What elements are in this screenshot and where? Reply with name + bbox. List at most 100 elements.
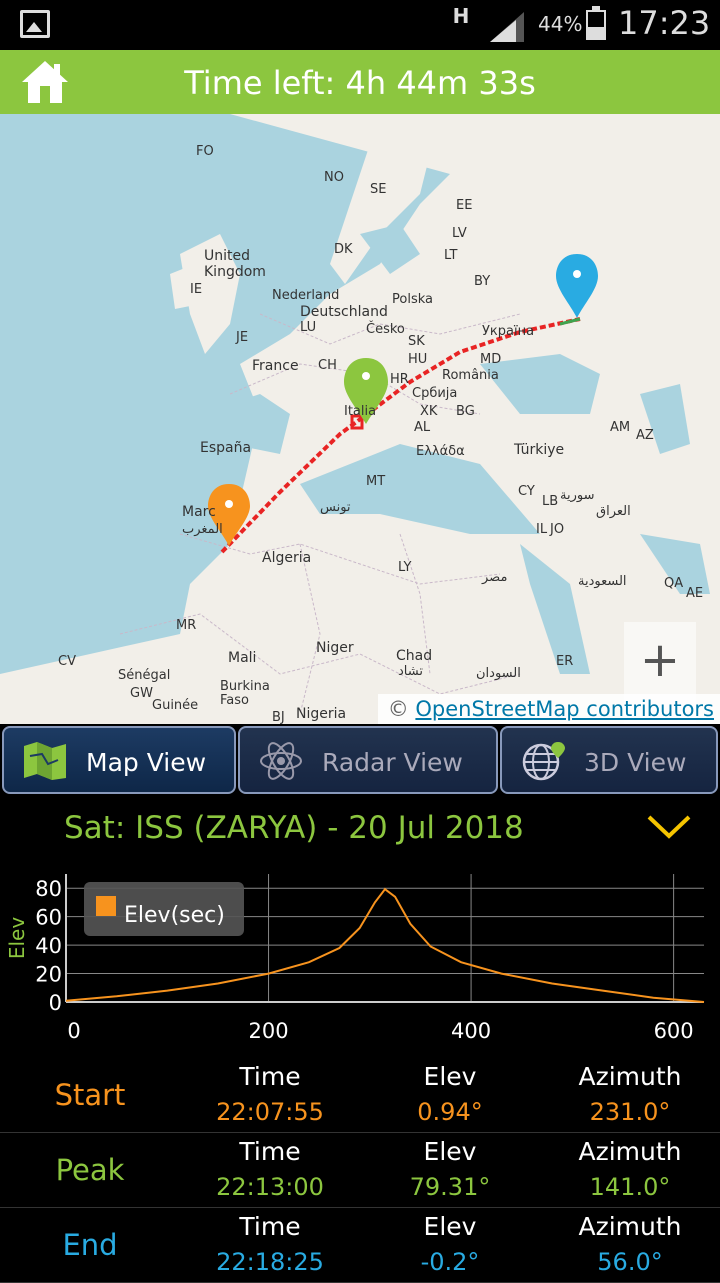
map-label: CH — [318, 358, 337, 373]
map-label: Україна — [482, 324, 535, 339]
network-type-icon: H — [452, 4, 470, 28]
map-label: JO — [550, 522, 565, 537]
map-label: تشاد — [398, 664, 423, 679]
azimuth-header: Azimuth — [578, 1212, 682, 1241]
map-label: IE — [190, 282, 203, 297]
map-label: LT — [444, 248, 458, 263]
map-label: IL — [536, 522, 548, 537]
map-label: Nederland — [272, 288, 340, 303]
map-label: DK — [334, 242, 353, 257]
map-label: مصر — [482, 570, 508, 585]
elev-value: -0.2° — [420, 1248, 480, 1276]
time-header: Time — [239, 1062, 301, 1091]
pass-row-start: Start Time 22:07:55 Elev 0.94° Azimuth 231.0° — [0, 1058, 720, 1133]
tab-radar-view[interactable]: Radar View — [238, 726, 498, 794]
map-label: NO — [324, 170, 344, 185]
battery-icon — [586, 6, 606, 40]
elev-value: 79.31° — [409, 1173, 491, 1201]
map-label: România — [442, 368, 499, 383]
map-label: ER — [556, 654, 574, 669]
tab-map-view[interactable]: Map View — [2, 726, 236, 794]
time-header: Time — [239, 1137, 301, 1166]
pass-name: End — [62, 1228, 118, 1262]
tab-radar-view-label: Radar View — [322, 748, 463, 777]
pass-name: Peak — [55, 1153, 125, 1187]
azimuth-value: 141.0° — [589, 1173, 671, 1201]
map-label: AM — [610, 420, 631, 435]
time-left-title: Time left: 4h 44m 33s — [184, 64, 536, 102]
gallery-notification-icon — [20, 10, 50, 38]
map-label: LV — [452, 226, 467, 241]
map-canvas — [0, 114, 720, 724]
elevation-chart: 0 20 40 60 80 0 200 400 600 Elev Elev(sec) — [0, 862, 720, 1052]
y-tick-label: 60 — [35, 906, 62, 930]
map-label: EE — [456, 198, 473, 213]
map-label: Česko — [366, 322, 405, 337]
azimuth-value: 231.0° — [589, 1098, 671, 1126]
map-label: السودان — [476, 666, 521, 681]
map-label: France — [252, 358, 299, 374]
map-label: Polska — [392, 292, 433, 307]
tab-3d-view[interactable]: 3D View — [500, 726, 718, 794]
elev-header: Elev — [423, 1062, 477, 1091]
y-axis-label: Elev — [5, 917, 29, 959]
copyright-symbol: © — [387, 697, 409, 721]
map-label: AL — [414, 420, 431, 435]
map-label: CY — [518, 484, 535, 499]
tab-map-view-label: Map View — [86, 748, 207, 777]
legend-swatch — [96, 896, 116, 916]
map-label: SE — [370, 182, 387, 197]
map-label: MD — [480, 352, 502, 367]
map-label: AZ — [636, 428, 654, 443]
satellite-title: Sat: ISS (ZARYA) - 20 Jul 2018 — [64, 810, 524, 846]
map-label: Türkiye — [514, 442, 565, 458]
x-tick-label: 400 — [451, 1019, 491, 1043]
map-label: United Kingdom — [204, 248, 266, 280]
y-tick-label: 20 — [35, 963, 62, 987]
chevron-down-icon[interactable] — [646, 814, 692, 840]
elev-header: Elev — [423, 1212, 477, 1241]
zoom-in-button[interactable]: + — [624, 622, 696, 698]
map-label: BY — [474, 274, 491, 289]
x-tick-label: 200 — [248, 1019, 288, 1043]
map-label: السعودية — [578, 574, 627, 589]
status-bar: H 44% 17:23 — [0, 0, 720, 50]
map-label: سورية — [560, 488, 595, 503]
map-label: JE — [236, 330, 249, 345]
radar-icon — [260, 742, 302, 780]
map-label: Ελλάδα — [416, 444, 465, 459]
azimuth-header: Azimuth — [578, 1062, 682, 1091]
pass-row-end: End Time 22:18:25 Elev -0.2° Azimuth 56.0° — [0, 1208, 720, 1283]
map-label: LB — [542, 494, 559, 509]
map-label: LY — [398, 560, 412, 575]
map-label: FO — [196, 144, 214, 159]
map-label: BG — [456, 404, 475, 419]
map-label: المغرب — [182, 522, 223, 537]
map-label: Niger — [316, 640, 354, 656]
map-label: AE — [686, 586, 704, 601]
signal-strength-icon — [490, 12, 524, 42]
x-tick-label: 600 — [654, 1019, 694, 1043]
map-label: Deutschland — [300, 304, 388, 320]
openstreetmap-link[interactable]: OpenStreetMap contributors — [415, 697, 714, 721]
map-label: GW — [130, 686, 153, 701]
map-label: MT — [366, 474, 386, 489]
map-label: Nigeria — [296, 706, 347, 722]
map-label: Mali — [228, 650, 257, 666]
map-label: HU — [408, 352, 428, 367]
y-tick-label: 80 — [35, 877, 62, 901]
battery-percent: 44% — [538, 12, 583, 36]
map-label: Србија — [412, 386, 458, 401]
pass-table: Start Time 22:07:55 Elev 0.94° Azimuth 231.0° P… — [0, 1058, 720, 1283]
time-value: 22:13:00 — [216, 1173, 324, 1201]
clock: 17:23 — [618, 4, 711, 42]
azimuth-header: Azimuth — [578, 1137, 682, 1166]
map-view[interactable]: FO NO SE United Kingdom DK EE LV LT IE N… — [0, 114, 720, 724]
map-icon — [24, 742, 66, 780]
y-tick-label: 40 — [35, 934, 62, 958]
time-header: Time — [239, 1212, 301, 1241]
pass-row-peak: Peak Time 22:13:00 Elev 79.31° Azimuth 141.0° — [0, 1133, 720, 1208]
elev-value: 0.94° — [417, 1098, 483, 1126]
view-tabs: Map View Radar View 3D View — [0, 724, 720, 798]
map-label: Guinée — [152, 698, 199, 713]
